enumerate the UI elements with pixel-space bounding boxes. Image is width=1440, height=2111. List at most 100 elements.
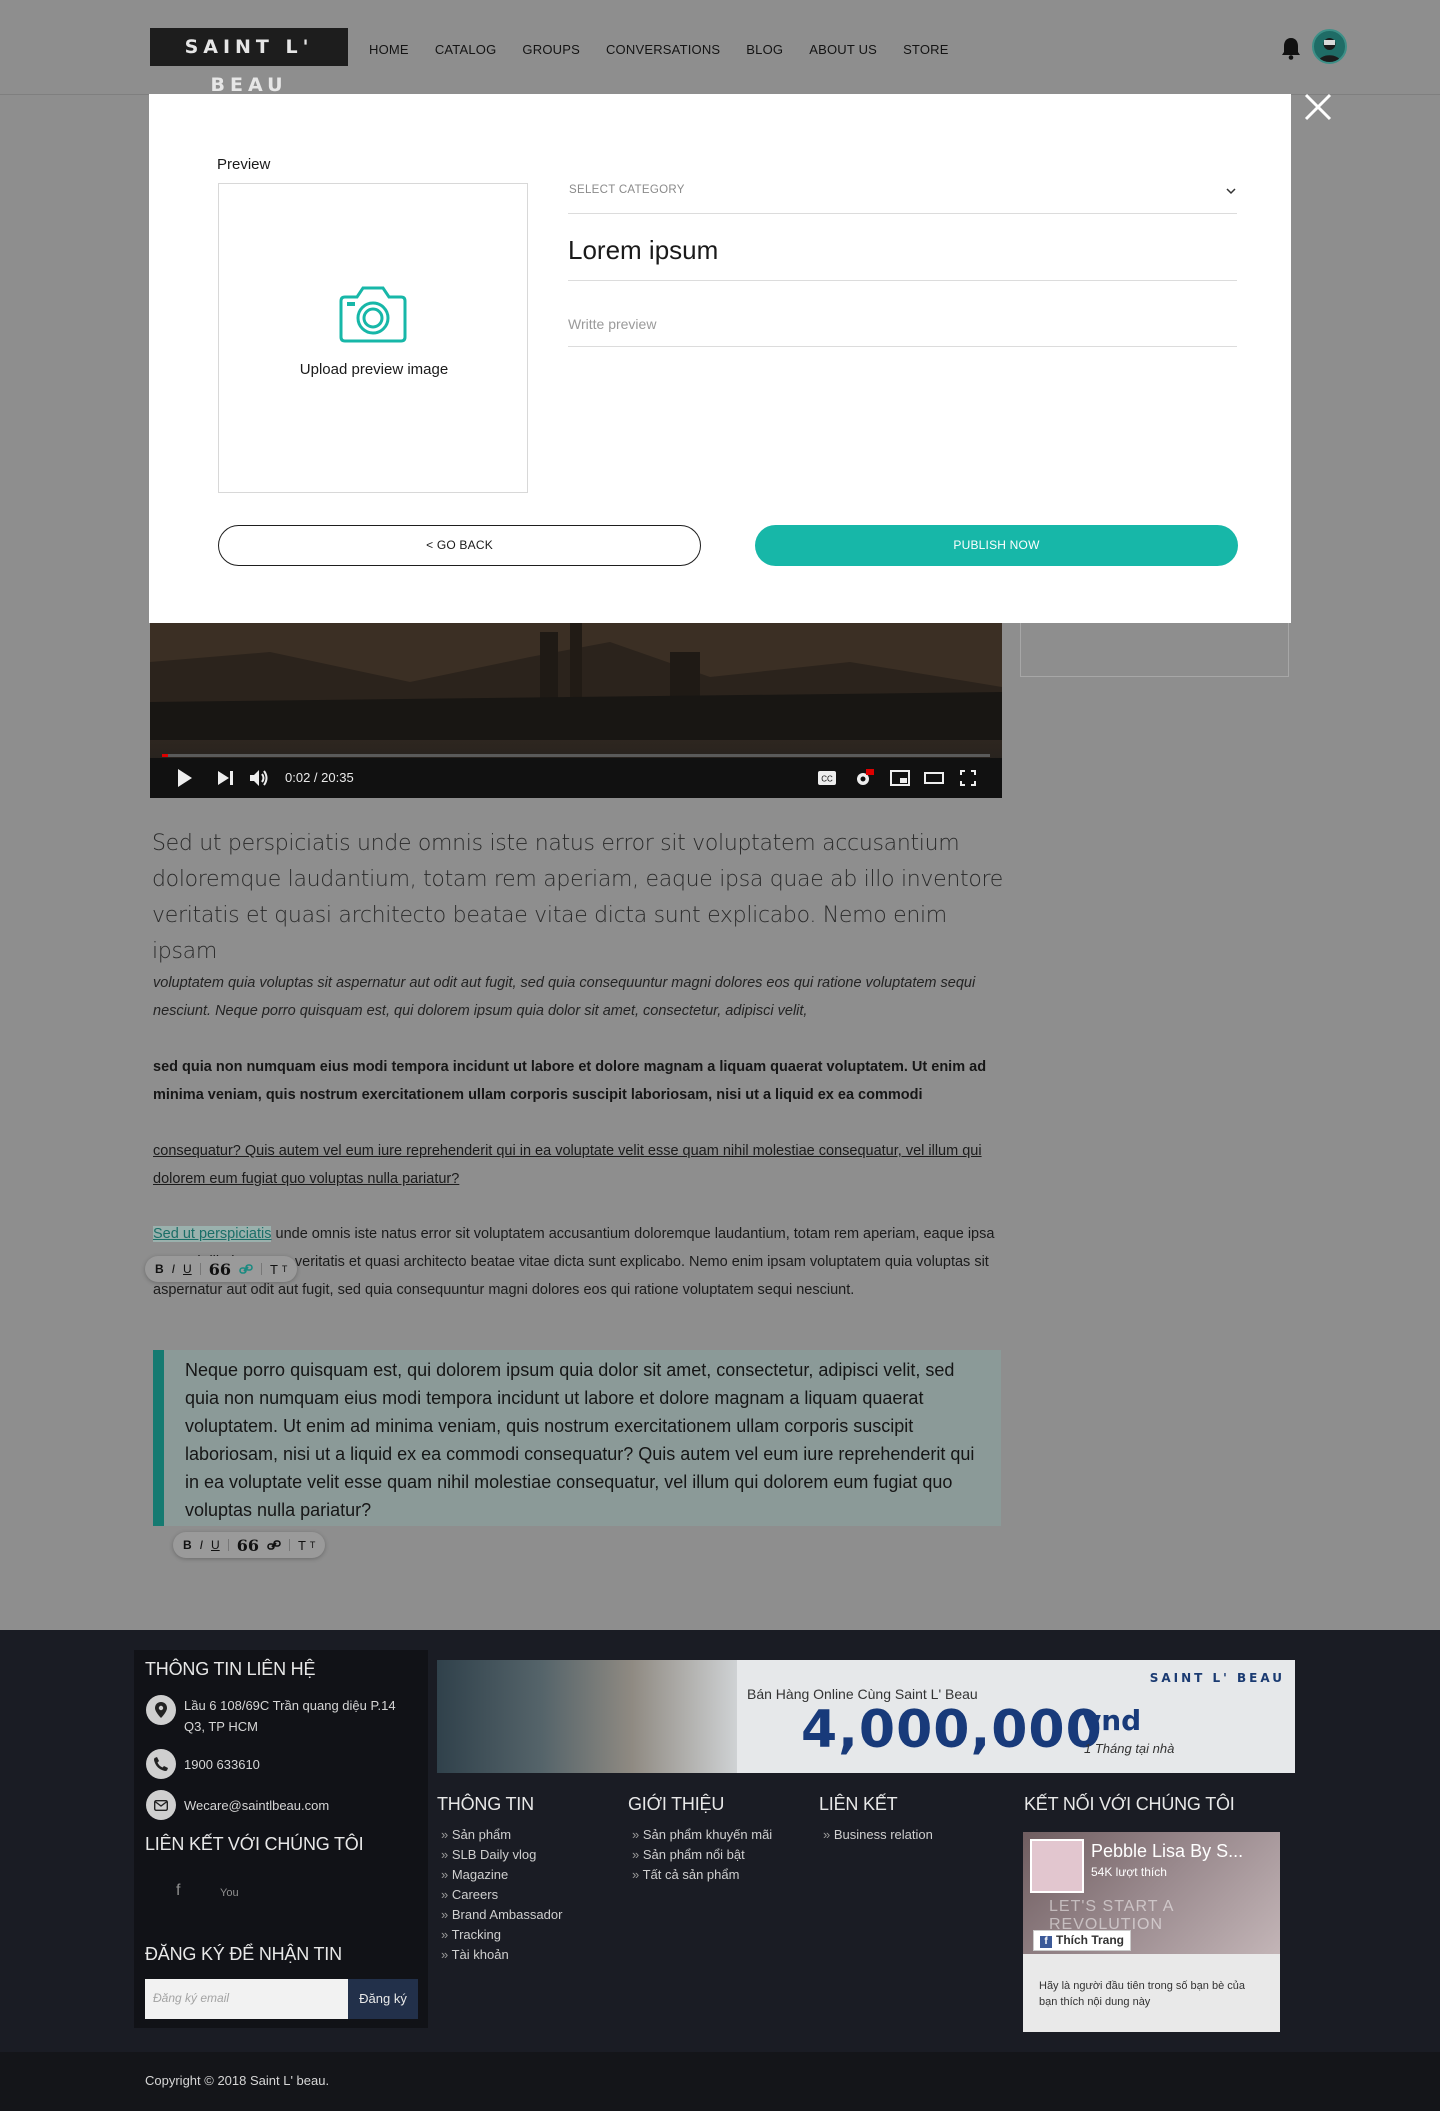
facebook-like-button[interactable]: Thích Trang [1033, 1930, 1132, 1951]
contact-heading: THÔNG TIN LIÊN HỆ [145, 1659, 316, 1679]
category-select[interactable]: SELECT CATEGORY [568, 179, 1237, 214]
facebook-page-widget[interactable]: Pebble Lisa By S... 54K lượt thích LET'S… [1023, 1832, 1280, 2032]
volume-icon[interactable] [250, 769, 270, 787]
facebook-slogan: LET'S START A REVOLUTION [1049, 1898, 1174, 1933]
video-player[interactable]: 0:02 / 20:35 CC [150, 622, 1002, 798]
banner-photo [437, 1660, 737, 1773]
upload-preview-text: Upload preview image [299, 361, 449, 378]
footer-link[interactable]: Business relation [823, 1825, 933, 1845]
link-icon[interactable] [239, 1263, 253, 1275]
phone-icon [146, 1749, 176, 1779]
nav-blog[interactable]: BLOG [746, 42, 783, 57]
toolbar-divider [199, 1263, 201, 1275]
facebook-icon[interactable]: f [176, 1882, 180, 1900]
bold-button[interactable]: B [183, 1538, 192, 1552]
sidebar-panel [1020, 622, 1289, 677]
newsletter-subscribe-button[interactable]: Đăng ký [348, 1979, 418, 2019]
title-input-value: Lorem ipsum [568, 235, 719, 265]
footer-link[interactable]: Tài khoản [441, 1945, 562, 1965]
newsletter-heading: ĐĂNG KÝ ĐỂ NHẬN TIN [145, 1944, 342, 1964]
theater-mode-icon[interactable] [924, 769, 944, 787]
fullscreen-icon[interactable] [960, 769, 976, 787]
toolbar-divider [260, 1263, 262, 1275]
banner-unit: vnd [1083, 1704, 1142, 1737]
link-icon[interactable] [267, 1539, 281, 1551]
upload-preview-dropzone[interactable]: Upload preview image [218, 183, 528, 493]
nav-store[interactable]: STORE [903, 42, 949, 57]
contact-phone[interactable]: 1900 633610 [146, 1749, 260, 1779]
footer-col-info: Sản phẩm SLB Daily vlog Magazine Careers… [441, 1825, 563, 1965]
close-icon[interactable] [1303, 92, 1333, 122]
publish-now-button[interactable]: PUBLISH NOW [755, 525, 1238, 566]
social-heading: LIÊN KẾT VỚI CHÚNG TÔI [145, 1834, 364, 1854]
youtube-icon[interactable]: You [220, 1887, 239, 1899]
video-progress[interactable] [162, 754, 990, 757]
next-icon[interactable] [218, 769, 234, 787]
article-inline-link[interactable]: Sed ut perspiciatis [153, 1226, 272, 1242]
copyright-text: Copyright © 2018 Saint L' beau. [145, 2073, 330, 2088]
camera-icon [339, 286, 407, 343]
settings-icon[interactable] [854, 769, 874, 787]
nav-home[interactable]: HOME [369, 42, 409, 57]
play-icon[interactable] [178, 769, 192, 787]
quote-button[interactable]: 66 [237, 1536, 259, 1555]
footer-link[interactable]: Sản phẩm nổi bật [632, 1845, 772, 1865]
captions-icon[interactable]: CC [818, 769, 836, 787]
bold-button[interactable]: B [155, 1262, 164, 1276]
toolbar-divider [288, 1539, 290, 1551]
footer-link[interactable]: Brand Ambassador [441, 1905, 563, 1925]
footer-link[interactable]: Tất cả sản phẩm [632, 1865, 772, 1885]
video-time: 0:02 / 20:35 [285, 770, 354, 785]
facebook-likes: 54K lượt thích [1091, 1865, 1167, 1879]
quote-button[interactable]: 66 [209, 1260, 231, 1279]
category-select-label: SELECT CATEGORY [569, 184, 685, 196]
format-toolbar: B I U 66 T T [145, 1256, 298, 1282]
publish-modal: Preview Upload preview image SELECT CATE… [149, 94, 1291, 623]
banner-amount: 4,000,000 [801, 1700, 1103, 1760]
go-back-button[interactable]: < GO BACK [218, 525, 701, 566]
underline-button[interactable]: U [211, 1538, 220, 1552]
svg-text:CC: CC [821, 775, 833, 784]
title-large-button[interactable]: T [298, 1538, 306, 1553]
nav-conversations[interactable]: CONVERSATIONS [606, 42, 720, 57]
banner-note: 1 Tháng tại nhà [1084, 1741, 1175, 1756]
newsletter-email-input[interactable]: Đăng ký email [145, 1979, 348, 2019]
title-large-button[interactable]: T [270, 1262, 278, 1277]
facebook-page-name[interactable]: Pebble Lisa By S... [1091, 1841, 1243, 1862]
connect-heading: KẾT NỐI VỚI CHÚNG TÔI [1024, 1794, 1235, 1814]
miniplayer-icon[interactable] [890, 769, 910, 787]
underline-button[interactable]: U [183, 1262, 192, 1276]
contact-address-text: Lầu 6 108/69C Trần quang diệu P.14 Q3, T… [184, 1698, 396, 1734]
footer-link[interactable]: Tracking [441, 1925, 562, 1945]
italic-button[interactable]: I [172, 1262, 175, 1276]
avatar[interactable] [1312, 29, 1347, 64]
footer-col-about: Sản phẩm khuyến mãi Sản phẩm nổi bật Tất… [632, 1825, 773, 1885]
article-lead: Sed ut perspiciatis unde omnis iste natu… [152, 831, 1004, 964]
preview-text-placeholder: Writte preview [568, 316, 657, 332]
footer-col-links: Business relation [823, 1825, 933, 1845]
footer-link[interactable]: Sản phẩm khuyến mãi [632, 1825, 772, 1845]
contact-email[interactable]: Wecare@saintlbeau.com [146, 1790, 329, 1820]
footer-link[interactable]: Sản phẩm [441, 1825, 562, 1845]
title-input[interactable]: Lorem ipsum [568, 225, 1237, 281]
title-small-button[interactable]: T [310, 1540, 316, 1550]
video-controls: 0:02 / 20:35 CC [150, 754, 1002, 798]
footer-col-heading-info: THÔNG TIN [437, 1794, 534, 1814]
footer-link[interactable]: Careers [441, 1885, 562, 1905]
footer-link[interactable]: Magazine [441, 1865, 562, 1885]
preview-text-input[interactable]: Writte preview [568, 306, 1237, 347]
nav-catalog[interactable]: CATALOG [435, 42, 497, 57]
article-italic-paragraph: voluptatem quia voluptas sit aspernatur … [153, 975, 976, 1019]
title-small-button[interactable]: T [282, 1264, 288, 1274]
italic-button[interactable]: I [200, 1538, 203, 1552]
bell-icon[interactable] [1280, 36, 1302, 60]
toolbar-divider [227, 1539, 229, 1551]
main-nav: HOME CATALOG GROUPS CONVERSATIONS BLOG A… [369, 42, 975, 57]
nav-groups[interactable]: GROUPS [522, 42, 580, 57]
contact-address: Lầu 6 108/69C Trần quang diệu P.14 Q3, T… [146, 1695, 416, 1737]
article-bold-paragraph: sed quia non numquam eius modi tempora i… [153, 1059, 987, 1103]
logo[interactable]: SAINT L' BEAU [150, 28, 348, 96]
sales-banner[interactable]: SAINT L' BEAU Bán Hàng Online Cùng Saint… [437, 1660, 1295, 1773]
nav-about-us[interactable]: ABOUT US [809, 42, 877, 57]
footer-link[interactable]: SLB Daily vlog [441, 1845, 562, 1865]
